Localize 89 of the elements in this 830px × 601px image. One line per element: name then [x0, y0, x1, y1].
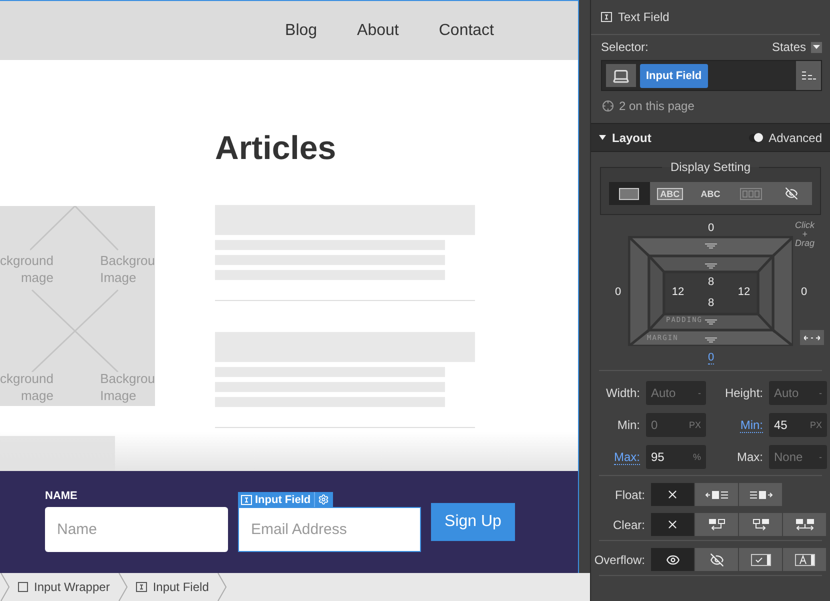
size-field[interactable]: 95 % — [646, 445, 706, 469]
placeholder-label: ckground — [0, 252, 54, 269]
usage-count: 2 on this page — [619, 99, 694, 113]
option-button[interactable] — [739, 513, 782, 536]
element-badge[interactable]: Input Field — [238, 492, 333, 507]
option-button[interactable] — [739, 483, 782, 506]
float-right-icon — [748, 490, 772, 500]
text-field-icon — [601, 12, 612, 22]
option-button[interactable] — [739, 548, 782, 571]
clear-right-icon — [752, 518, 770, 532]
breadcrumb-separator — [118, 573, 128, 601]
selector-label: Selector: — [601, 40, 648, 54]
breadcrumb-item[interactable]: Input Wrapper — [10, 573, 118, 601]
option-label: Clear: — [612, 518, 645, 532]
text-field-icon — [241, 494, 252, 504]
size-field[interactable]: 0 PX — [646, 413, 706, 437]
scrollbox-icon — [750, 554, 770, 566]
signup-button[interactable]: Sign Up — [431, 503, 515, 541]
settings-icon — [318, 494, 329, 505]
breadcrumb-separator — [216, 573, 227, 601]
eye-slash-icon — [785, 187, 798, 200]
clear-both-icon — [794, 518, 814, 532]
element-type: Text Field — [618, 10, 670, 24]
placeholder-label: Image — [100, 387, 138, 404]
eye-slash-icon — [710, 552, 724, 566]
caret-icon — [599, 135, 606, 140]
text-field-icon — [136, 582, 147, 592]
option-label: Overflow: — [594, 552, 645, 566]
states-dropdown[interactable]: States — [772, 40, 822, 54]
autoscroll-icon — [794, 554, 814, 566]
display-option[interactable] — [771, 182, 812, 205]
eye-icon — [666, 552, 680, 566]
section-toggle[interactable]: Layout — [599, 130, 652, 144]
option-button[interactable] — [783, 513, 826, 536]
option-button[interactable] — [651, 483, 694, 506]
placeholder-label: Backgrou — [100, 252, 155, 269]
block-icon — [619, 188, 640, 200]
option-button[interactable] — [695, 513, 738, 536]
size-field[interactable]: None - — [769, 445, 827, 469]
device-button[interactable] — [606, 64, 636, 87]
nav-link[interactable]: About — [357, 22, 399, 40]
x-icon — [666, 488, 679, 501]
class-chip[interactable]: Input Field — [640, 64, 708, 88]
placeholder-label: ckground — [0, 370, 54, 387]
x-icon — [666, 518, 679, 531]
size-label: Width: — [606, 386, 640, 400]
option-label: Float: — [614, 488, 645, 502]
display-option[interactable]: ABC — [650, 182, 690, 205]
size-label: Max: — [736, 450, 763, 464]
email-field[interactable]: Email Address — [238, 507, 421, 552]
handwritten-hint: Click + Drag — [795, 221, 815, 248]
selector-field[interactable]: Input Field — [601, 60, 822, 91]
size-label: Height: — [724, 386, 763, 400]
placeholder-label: Backgrou — [100, 370, 155, 387]
link-sides-button[interactable] — [800, 330, 824, 345]
placeholder-label: Image — [100, 269, 138, 286]
group-title: Display Setting — [669, 160, 752, 174]
menu-button[interactable] — [796, 61, 821, 90]
option-button[interactable] — [651, 513, 694, 536]
flex-icon — [740, 188, 762, 200]
list-icon — [802, 71, 816, 80]
box-icon — [18, 582, 28, 592]
display-option[interactable] — [609, 182, 650, 205]
field-label: NAME — [45, 491, 78, 504]
placeholder-label: mage — [20, 387, 54, 404]
clear-left-icon — [708, 518, 726, 532]
float-left-icon — [704, 490, 728, 500]
target-icon — [602, 100, 614, 112]
size-label[interactable]: Max: — [614, 450, 640, 464]
option-button[interactable] — [651, 548, 694, 571]
placeholder-label: mage — [20, 269, 54, 286]
size-label: Min: — [617, 418, 640, 432]
page-heading: Articles — [215, 131, 338, 165]
name-field[interactable]: Name — [45, 507, 228, 552]
option-button[interactable] — [783, 548, 826, 571]
caret-icon — [813, 45, 820, 49]
size-field[interactable]: Auto - — [646, 381, 706, 405]
display-option[interactable]: ABC — [690, 182, 731, 205]
option-button[interactable] — [695, 483, 738, 506]
option-button[interactable] — [695, 548, 738, 571]
size-field[interactable]: 45 PX — [769, 413, 827, 437]
breadcrumb-item[interactable]: Input Field — [128, 573, 217, 601]
arrows-icon — [804, 334, 820, 340]
breadcrumb-separator — [0, 573, 10, 601]
size-field[interactable]: Auto - — [769, 381, 827, 405]
size-label[interactable]: Min: — [740, 418, 763, 432]
nav-link[interactable]: Contact — [438, 22, 494, 40]
advanced-toggle[interactable]: Advanced — [748, 130, 822, 144]
nav-link[interactable]: Blog — [285, 22, 318, 40]
